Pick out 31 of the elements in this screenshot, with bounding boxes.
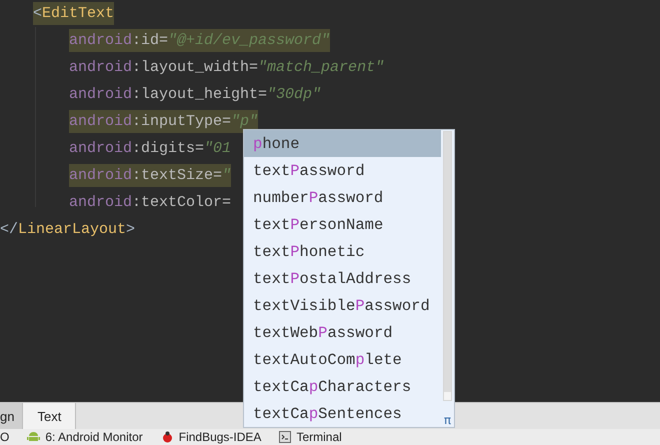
completion-item[interactable]: textPersonName <box>244 211 441 238</box>
code-text: android:textSize=" <box>69 164 232 187</box>
code-text: android:inputType="p" <box>69 110 258 133</box>
editor-tab[interactable]: gn <box>0 403 24 429</box>
completion-item[interactable]: textWebPassword <box>244 319 441 346</box>
tool-window-button[interactable]: Terminal <box>279 430 346 444</box>
completion-item[interactable]: textPassword <box>244 157 441 184</box>
scrollbar[interactable] <box>443 131 452 401</box>
completion-item[interactable]: textCapSentences <box>244 400 441 427</box>
tool-window-button[interactable]: FindBugs-IDEA <box>160 430 266 444</box>
code-text: android:textColor= <box>69 193 232 213</box>
completion-item[interactable]: textPhonetic <box>244 238 441 265</box>
code-text: android:layout_height="30dp" <box>69 85 322 105</box>
bug-icon <box>160 431 174 443</box>
editor-tab[interactable]: Text <box>23 403 76 429</box>
completion-item[interactable]: phone <box>244 130 441 157</box>
code-text: <EditText <box>33 2 114 25</box>
terminal-icon <box>279 431 292 443</box>
android-icon <box>27 431 40 443</box>
tool-window-button[interactable]: 6: Android Monitor <box>27 430 147 444</box>
completion-item[interactable]: textCapCharacters <box>244 373 441 400</box>
completion-item[interactable]: textPostalAddress <box>244 265 441 292</box>
code-text: android:layout_width="match_parent" <box>69 58 384 78</box>
completion-item[interactable]: numberPassword <box>244 184 441 211</box>
code-text: </LinearLayout> <box>0 220 136 240</box>
code-text: android:digits="01 <box>69 139 232 159</box>
completion-item[interactable]: textVisiblePassword <box>244 292 441 319</box>
completion-item[interactable]: textAutoComplete <box>244 346 441 373</box>
pi-hint[interactable]: π <box>444 413 452 427</box>
tool-window-button[interactable]: O <box>0 430 14 444</box>
code-text: android:id="@+id/ev_password" <box>69 29 330 52</box>
